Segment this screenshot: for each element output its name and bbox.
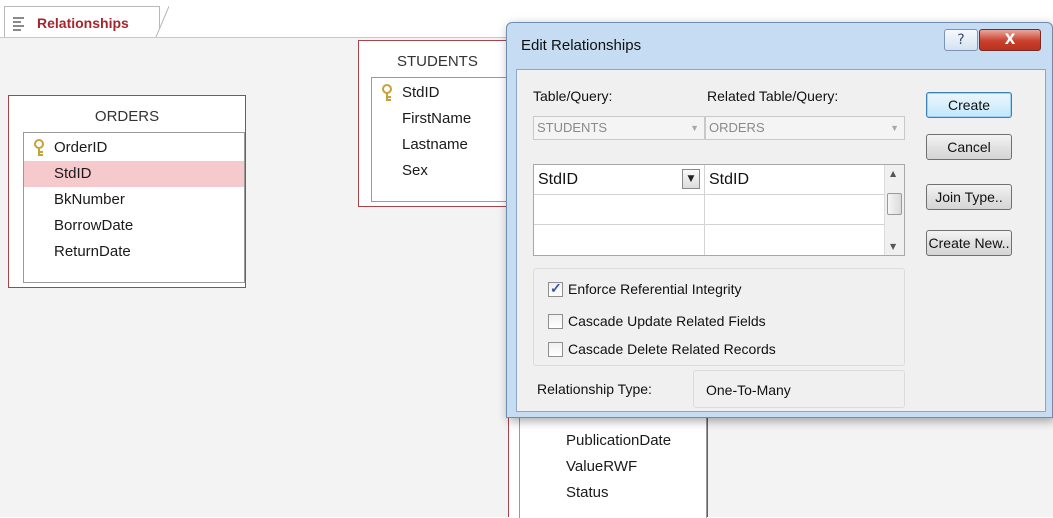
checkbox-label: Enforce Referential Integrity — [568, 281, 742, 297]
table-query-label: Table/Query: — [533, 88, 613, 104]
field-publicationdate[interactable]: PublicationDate — [520, 428, 706, 454]
tab-label: Relationships — [37, 14, 129, 31]
field-stdid[interactable]: StdID — [372, 80, 518, 106]
grid-scrollbar[interactable]: ▲ ▼ — [884, 165, 904, 255]
field-label: FirstName — [402, 110, 472, 127]
right-field-cell[interactable] — [705, 225, 885, 254]
table-students[interactable]: STUDENTS StdID FirstName Lastname Sex — [358, 40, 519, 207]
field-label: PublicationDate — [566, 432, 672, 449]
checkbox-label: Cascade Delete Related Records — [568, 341, 776, 357]
field-stdid[interactable]: StdID — [24, 161, 244, 187]
enforce-integrity-option[interactable]: Enforce Referential Integrity — [548, 280, 742, 297]
related-table-query-label: Related Table/Query: — [707, 88, 839, 104]
field-dropdown-button[interactable]: ▼ — [682, 169, 700, 189]
field-label: ValueRWF — [566, 458, 638, 475]
field-status[interactable]: Status — [520, 480, 706, 506]
related-table-query-select[interactable]: ORDERS ▼ — [705, 116, 905, 140]
scroll-up-icon[interactable]: ▲ — [890, 169, 896, 178]
field-label: OrderID — [54, 139, 108, 156]
scroll-thumb[interactable] — [887, 193, 902, 215]
cascade-delete-option[interactable]: Cascade Delete Related Records — [548, 341, 776, 357]
table-query-select[interactable]: STUDENTS ▼ — [533, 116, 705, 140]
primary-key-icon — [382, 84, 392, 101]
relationship-type-box: One-To-Many — [693, 370, 905, 408]
enforce-integrity-checkbox[interactable] — [548, 280, 563, 297]
chevron-down-icon: ▼ — [690, 123, 699, 133]
table-title: ORDERS — [94, 108, 160, 125]
field-label: BkNumber — [54, 191, 125, 208]
right-field-cell[interactable] — [705, 195, 885, 224]
right-field-cell[interactable]: StdID — [705, 165, 885, 195]
combo-value: ORDERS — [709, 120, 765, 135]
field-sex[interactable]: Sex — [372, 158, 518, 184]
cascade-update-option[interactable]: Cascade Update Related Fields — [548, 313, 766, 329]
field-label: BorrowDate — [54, 217, 134, 234]
create-button[interactable]: Create — [926, 92, 1012, 118]
table-title: STUDENTS — [397, 53, 478, 70]
left-field-cell[interactable]: StdID — [534, 165, 684, 195]
dialog-body: Table/Query: Related Table/Query: STUDEN… — [516, 69, 1046, 412]
table-orders[interactable]: ORDERS OrderID StdID BkNumber BorrowDate… — [8, 95, 246, 288]
cascade-delete-checkbox[interactable] — [548, 341, 563, 357]
field-returndate[interactable]: ReturnDate — [24, 239, 244, 265]
join-type-button[interactable]: Join Type.. — [926, 184, 1012, 210]
field-borrowdate[interactable]: BorrowDate — [24, 213, 244, 239]
checkbox-label: Cascade Update Related Fields — [568, 313, 766, 329]
edit-relationships-dialog[interactable]: Edit Relationships ? X Table/Query: Rela… — [506, 22, 1053, 418]
cancel-button[interactable]: Cancel — [926, 134, 1012, 160]
field-label: Sex — [402, 162, 428, 179]
field-label: StdID — [54, 165, 92, 182]
relationships-icon — [11, 15, 29, 31]
relationship-type-value: One-To-Many — [706, 382, 791, 398]
relationship-type-label: Relationship Type: — [537, 381, 652, 397]
field-bknumber[interactable]: BkNumber — [24, 187, 244, 213]
create-new-button[interactable]: Create New.. — [926, 230, 1012, 256]
field-list[interactable]: OrderID StdID BkNumber BorrowDate Return… — [23, 132, 245, 283]
left-field-cell[interactable] — [534, 225, 704, 254]
help-button[interactable]: ? — [944, 29, 978, 51]
scroll-down-icon[interactable]: ▼ — [890, 242, 896, 251]
integrity-options-group: Enforce Referential Integrity Cascade Up… — [533, 268, 905, 366]
left-field-cell[interactable] — [534, 195, 704, 224]
field-valuerwf[interactable]: ValueRWF — [520, 454, 706, 480]
close-button[interactable]: X — [979, 29, 1041, 51]
chevron-down-icon: ▼ — [890, 123, 899, 133]
field-lastname[interactable]: Lastname — [372, 132, 518, 158]
cascade-update-checkbox[interactable] — [548, 313, 563, 329]
field-label: ReturnDate — [54, 243, 131, 260]
field-list[interactable]: StdID FirstName Lastname Sex — [371, 77, 519, 202]
field-firstname[interactable]: FirstName — [372, 106, 518, 132]
dialog-title: Edit Relationships — [521, 37, 642, 54]
field-orderid[interactable]: OrderID — [24, 135, 244, 161]
field-label: Lastname — [402, 136, 468, 153]
field-label: StdID — [402, 84, 440, 101]
primary-key-icon — [34, 139, 44, 156]
combo-value: STUDENTS — [537, 120, 608, 135]
field-mapping-grid[interactable]: StdID ▼ StdID ▲ ▼ — [533, 164, 905, 256]
tab-relationships[interactable]: Relationships — [4, 6, 169, 39]
field-label: Status — [566, 484, 609, 501]
